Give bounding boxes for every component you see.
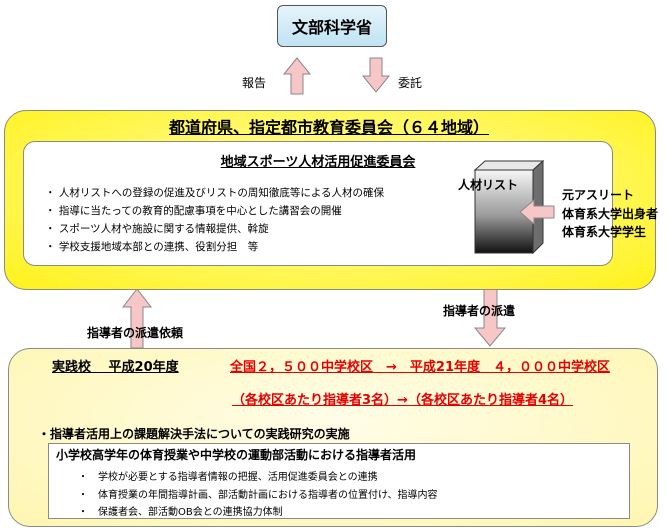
commission-arrow <box>361 57 391 93</box>
research-detail-bullet: ・ 保護者会、部活動OB会との連携協力体制 <box>78 507 283 518</box>
committee-bullet: ・ スポーツ人材や施設に関する情報提供、斡旋 <box>45 223 269 235</box>
research-detail-bullet: ・ 学校が必要とする指導者情報の把握、活用促進委員会との連携 <box>78 472 378 483</box>
committee-bullet: ・ 指導に当たっての教育的配慮事項を中心とした講習会の開催 <box>45 205 342 217</box>
source-item: 元アスリート <box>562 188 635 202</box>
research-detail-bullet: ・ 体育授業の年間指導計画、部活動計画における指導者の位置付け、指導内容 <box>78 490 438 501</box>
research-title: ・指導者活用上の課題解決手法についての実践研究の実施 <box>38 427 350 441</box>
board-title: 都道府県、指定都市教育委員会（６４地域） <box>168 118 489 137</box>
practice-label: 実践校 平成20年度 <box>52 360 179 375</box>
source-item: 体育系大学出身者 <box>562 207 659 221</box>
source-item: 体育系大学学生 <box>562 225 647 239</box>
talent-list-label: 人材リスト <box>458 178 519 192</box>
sources-arrow <box>519 198 555 226</box>
report-label: 報告 <box>242 76 267 90</box>
committee-bullet: ・ 学校支援地域本部との連携、役割分担 等 <box>45 241 259 253</box>
school-count-line: 全国２，５００中学校区 → 平成21年度 ４，０００中学校区 <box>230 360 610 375</box>
commission-label: 委託 <box>398 76 423 90</box>
dispatch-label: 指導者の派遣 <box>443 304 516 318</box>
report-arrow <box>282 57 312 95</box>
leader-count-line: （各校区あたり指導者3名）→（各校区あたり指導者4名） <box>232 393 573 408</box>
request-label: 指導者の派遣依頼 <box>87 326 184 340</box>
research-detail-title: 小学校高学年の体育授業や中学校の運動部活動における指導者活用 <box>56 448 417 462</box>
committee-bullet: ・ 人材リストへの登録の促進及びリストの周知徹底等による人材の確保 <box>45 187 385 199</box>
